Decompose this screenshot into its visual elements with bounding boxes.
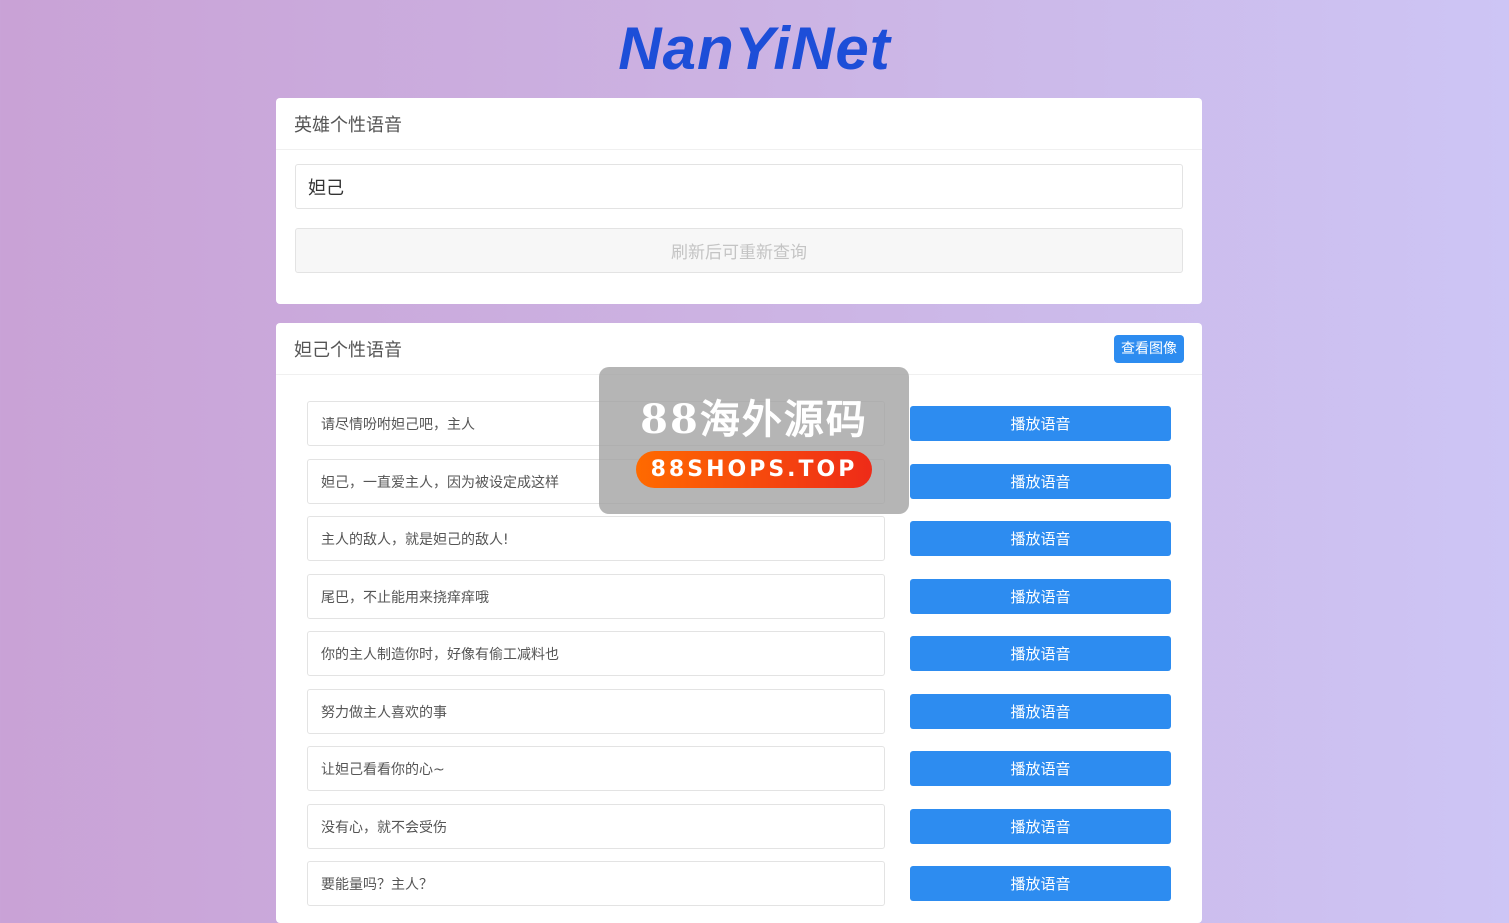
voice-card-title: 妲己个性语音: [294, 339, 402, 361]
play-voice-button[interactable]: 播放语音: [910, 521, 1171, 556]
voice-line-text: 要能量吗？主人？: [307, 861, 885, 906]
voice-row: 让妲己看看你的心~ 播放语音: [307, 746, 1171, 791]
voice-row: 努力做主人喜欢的事 播放语音: [307, 689, 1171, 734]
voice-row: 你的主人制造你时，好像有偷工减料也 播放语音: [307, 631, 1171, 676]
search-card-title: 英雄个性语音: [294, 114, 402, 136]
watermark-url-badge: 88SHOPS.TOP: [636, 451, 872, 488]
hero-search-input[interactable]: 妲己: [295, 164, 1183, 209]
voice-line-text: 主人的敌人，就是妲己的敌人!: [307, 516, 885, 561]
voice-line-text: 你的主人制造你时，好像有偷工减料也: [307, 631, 885, 676]
site-logo: NanYiNet: [618, 15, 891, 82]
view-image-button[interactable]: 查看图像: [1114, 334, 1184, 363]
play-voice-button[interactable]: 播放语音: [910, 751, 1171, 786]
play-voice-button[interactable]: 播放语音: [910, 636, 1171, 671]
play-voice-button[interactable]: 播放语音: [910, 866, 1171, 901]
voice-line-text: 努力做主人喜欢的事: [307, 689, 885, 734]
voice-row: 尾巴，不止能用来挠痒痒哦 播放语音: [307, 574, 1171, 619]
play-voice-button[interactable]: 播放语音: [910, 464, 1171, 499]
refresh-query-button[interactable]: 刷新后可重新查询: [295, 228, 1183, 273]
watermark-title: 88海外源码: [640, 396, 868, 443]
play-voice-button[interactable]: 播放语音: [910, 406, 1171, 441]
search-card: 英雄个性语音 妲己 刷新后可重新查询: [276, 98, 1202, 304]
voice-line-text: 尾巴，不止能用来挠痒痒哦: [307, 574, 885, 619]
voice-row: 没有心，就不会受伤 播放语音: [307, 804, 1171, 849]
watermark-overlay: 88海外源码 88SHOPS.TOP: [599, 367, 909, 514]
voice-line-text: 让妲己看看你的心~: [307, 746, 885, 791]
play-voice-button[interactable]: 播放语音: [910, 694, 1171, 729]
search-card-header: 英雄个性语音: [276, 98, 1202, 150]
play-voice-button[interactable]: 播放语音: [910, 809, 1171, 844]
play-voice-button[interactable]: 播放语音: [910, 579, 1171, 614]
voice-line-text: 没有心，就不会受伤: [307, 804, 885, 849]
voice-row: 主人的敌人，就是妲己的敌人! 播放语音: [307, 516, 1171, 561]
voice-row: 要能量吗？主人？ 播放语音: [307, 861, 1171, 906]
